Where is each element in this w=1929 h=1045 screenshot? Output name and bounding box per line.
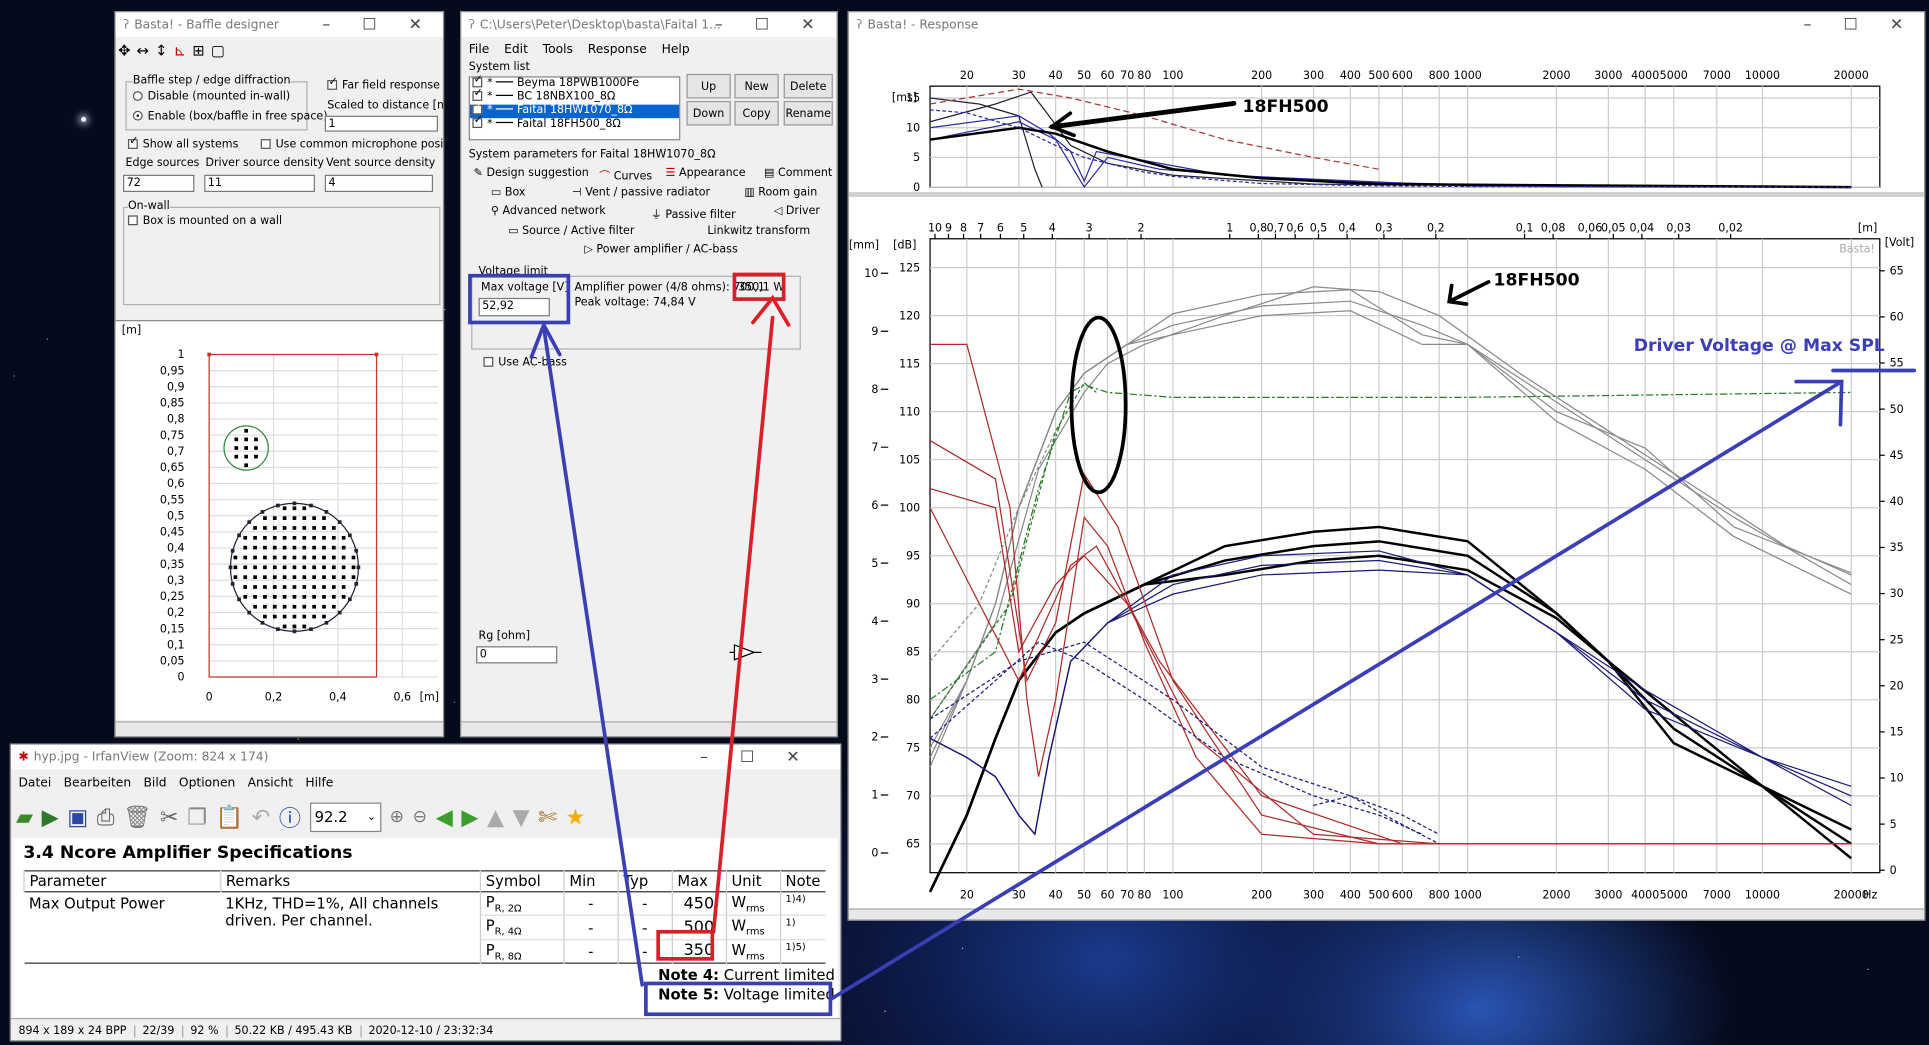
black-arrow-main — [1449, 280, 1491, 303]
annotation-label-main: 18FH500 — [1493, 271, 1579, 291]
max-voltage-highlight — [468, 273, 571, 325]
desktop: ʔ Basta! - Baffle designer – ☐ ✕ ✥↔↕⊾⊞▢ Baf… — [0, 0, 1929, 1045]
max-350-highlight — [656, 929, 715, 961]
annotation-driver-voltage: Driver Voltage @ Max SPL — [1634, 336, 1885, 356]
red-arrow-line — [711, 315, 775, 934]
annotation-label-top: 18FH500 — [1243, 97, 1329, 117]
note5-highlight — [644, 981, 833, 1017]
blue-arrow-line-2 — [828, 379, 1844, 1002]
amp-power-highlight — [732, 272, 786, 301]
ellipse-highlight — [1069, 315, 1128, 495]
black-arrow-top — [1049, 100, 1237, 130]
blue-arrow-line-1 — [541, 325, 645, 987]
annotation-overlay: 18FH500 18FH500 Driver Voltage @ Max SPL — [468, 97, 1917, 1017]
